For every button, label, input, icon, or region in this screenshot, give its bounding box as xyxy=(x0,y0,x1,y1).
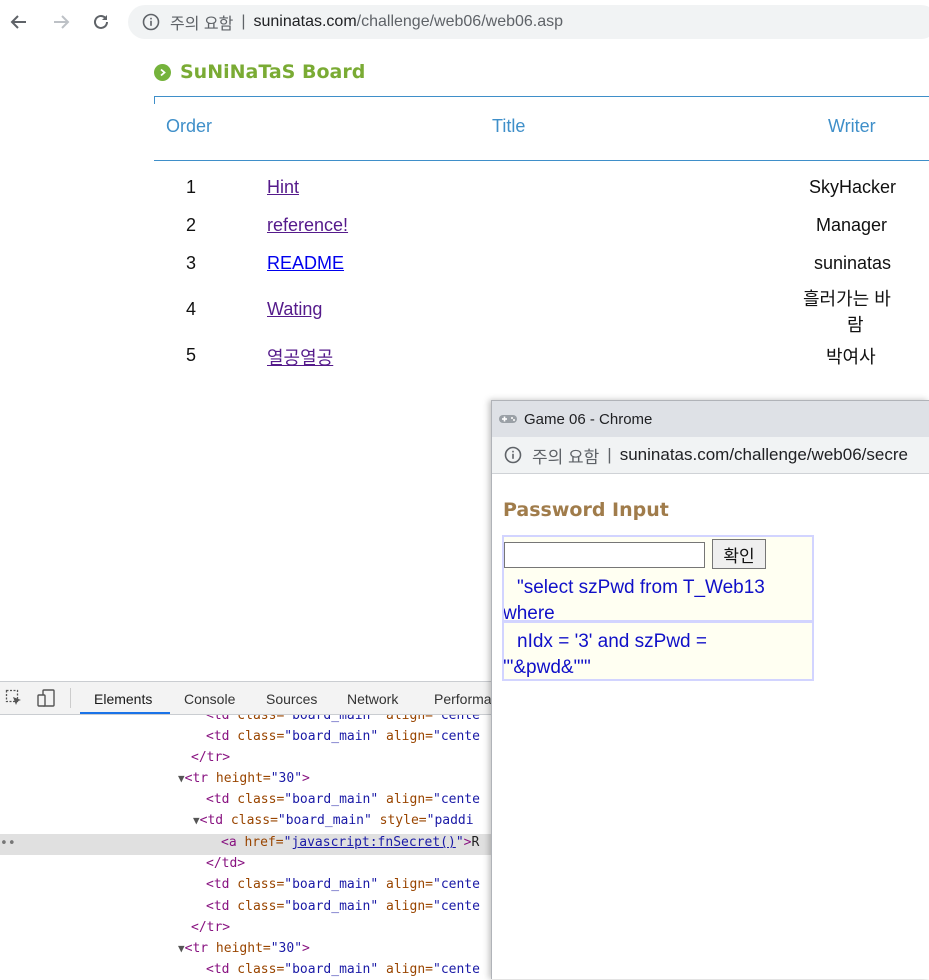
browser-toolbar: 주의 요함 | suninatas.com/challenge/web06/we… xyxy=(0,0,929,44)
active-tab-indicator xyxy=(80,712,170,714)
sql-query-line: nIdx = '3' and szPwd = xyxy=(517,631,707,652)
dom-line[interactable]: </tr> xyxy=(191,750,230,765)
popup-window-title: Game 06 - Chrome xyxy=(524,410,653,428)
row-order: 4 xyxy=(186,299,197,319)
arrow-left-icon xyxy=(10,15,26,29)
info-icon xyxy=(504,446,522,464)
reload-button[interactable] xyxy=(88,9,114,35)
row-order: 5 xyxy=(186,345,197,365)
tab-console[interactable]: Console xyxy=(184,691,235,707)
url-separator: | xyxy=(241,13,246,30)
dom-line[interactable]: </td> xyxy=(206,856,245,871)
inspect-element-icon[interactable] xyxy=(5,689,23,710)
board-title: SuNiNaTaS Board xyxy=(154,60,365,84)
popup-window: Game 06 - Chrome 주의 요함 | suninatas.com/c… xyxy=(491,400,929,979)
address-bar[interactable]: 주의 요함 | suninatas.com/challenge/web06/we… xyxy=(128,5,929,39)
popup-titlebar[interactable]: Game 06 - Chrome xyxy=(492,401,929,437)
fnsecret-link[interactable]: javascript:fnSecret() xyxy=(291,835,455,850)
popup-address-bar[interactable]: 주의 요함 | suninatas.com/challenge/web06/se… xyxy=(492,437,929,474)
post-link-reference[interactable]: reference! xyxy=(267,215,348,236)
dom-line[interactable]: <td class="board_main" align="cente xyxy=(206,715,480,723)
post-link-readme[interactable]: README xyxy=(267,253,344,274)
row-writer-line2: 람 xyxy=(847,315,864,335)
header-corner-tick xyxy=(154,96,155,104)
tab-performance[interactable]: Performa xyxy=(434,691,492,707)
password-form-box: 확인 "select szPwd from T_Web13 where nIdx… xyxy=(502,535,814,681)
tab-divider xyxy=(70,688,71,708)
forward-button[interactable] xyxy=(48,9,74,35)
expand-triangle-icon[interactable]: ▼ xyxy=(193,814,200,827)
url-host: suninatas.com xyxy=(253,13,357,30)
row-order: 1 xyxy=(186,177,197,197)
dom-line[interactable]: <td class="board_main" align="cente xyxy=(206,729,480,744)
dom-line[interactable]: <td class="board_main" align="cente xyxy=(206,899,480,914)
dom-line[interactable]: <td class="board_main" align="cente xyxy=(206,877,480,892)
header-bottom-rule xyxy=(154,160,929,161)
post-link-hint[interactable]: Hint xyxy=(267,177,299,198)
tab-elements[interactable]: Elements xyxy=(94,691,152,707)
sql-query-line: "select szPwd from T_Web13 xyxy=(517,577,765,598)
column-header-order: Order xyxy=(166,116,213,136)
row-writer: Manager xyxy=(816,215,888,235)
row-order: 3 xyxy=(186,253,197,273)
form-divider xyxy=(504,620,812,623)
device-toolbar-icon[interactable] xyxy=(37,689,57,710)
password-input-heading: Password Input xyxy=(503,499,669,521)
board-title-text: SuNiNaTaS Board xyxy=(180,61,366,83)
row-writer: suninatas xyxy=(814,253,892,273)
password-field[interactable] xyxy=(504,542,705,568)
post-link-study[interactable]: 열공열공 xyxy=(267,344,333,370)
dom-line[interactable]: <td class="board_main" align="cente xyxy=(206,792,480,807)
popup-url: suninatas.com/challenge/web06/secre xyxy=(619,445,908,464)
confirm-button[interactable]: 확인 xyxy=(712,539,766,569)
row-writer: SkyHacker xyxy=(809,177,897,197)
post-link-wating[interactable]: Wating xyxy=(267,299,322,320)
dom-line[interactable]: </tr> xyxy=(191,920,230,935)
popup-security-label: 주의 요함 xyxy=(532,447,600,467)
column-header-writer: Writer xyxy=(828,116,876,136)
tab-sources[interactable]: Sources xyxy=(266,691,317,707)
row-writer: 박여사 xyxy=(826,347,876,367)
url-path: /challenge/web06/web06.asp xyxy=(356,13,564,30)
dom-line[interactable]: ▼<tr height="30"> xyxy=(178,771,310,786)
column-header-title: Title xyxy=(492,116,526,136)
dom-line[interactable]: ▼<tr height="30"> xyxy=(178,941,310,956)
header-top-rule xyxy=(154,96,929,97)
sql-query-line: '"&pwd&"'" xyxy=(503,657,591,678)
dom-tree[interactable]: <td class="board_main" align="cente <td … xyxy=(0,715,491,980)
row-writer-line1: 흘러가는 바 xyxy=(803,289,891,309)
expand-triangle-icon[interactable]: ▼ xyxy=(178,772,185,785)
expand-triangle-icon[interactable]: ▼ xyxy=(178,942,185,955)
row-order: 2 xyxy=(186,215,197,235)
play-bullet-icon xyxy=(154,63,171,81)
reload-icon xyxy=(94,14,108,29)
back-button[interactable] xyxy=(6,9,32,35)
dom-line-selected[interactable]: <a href="javascript:fnSecret()">R xyxy=(221,835,479,850)
tab-network[interactable]: Network xyxy=(347,691,398,707)
popup-url-separator: | xyxy=(607,445,612,464)
security-label: 주의 요함 xyxy=(170,16,234,33)
dom-line[interactable]: <td class="board_main" align="cente xyxy=(206,962,480,977)
arrow-right-icon xyxy=(54,15,70,29)
info-icon xyxy=(142,13,160,31)
dom-line[interactable]: ▼<td class="board_main" style="paddi xyxy=(193,813,474,828)
gamepad-icon xyxy=(498,413,518,425)
